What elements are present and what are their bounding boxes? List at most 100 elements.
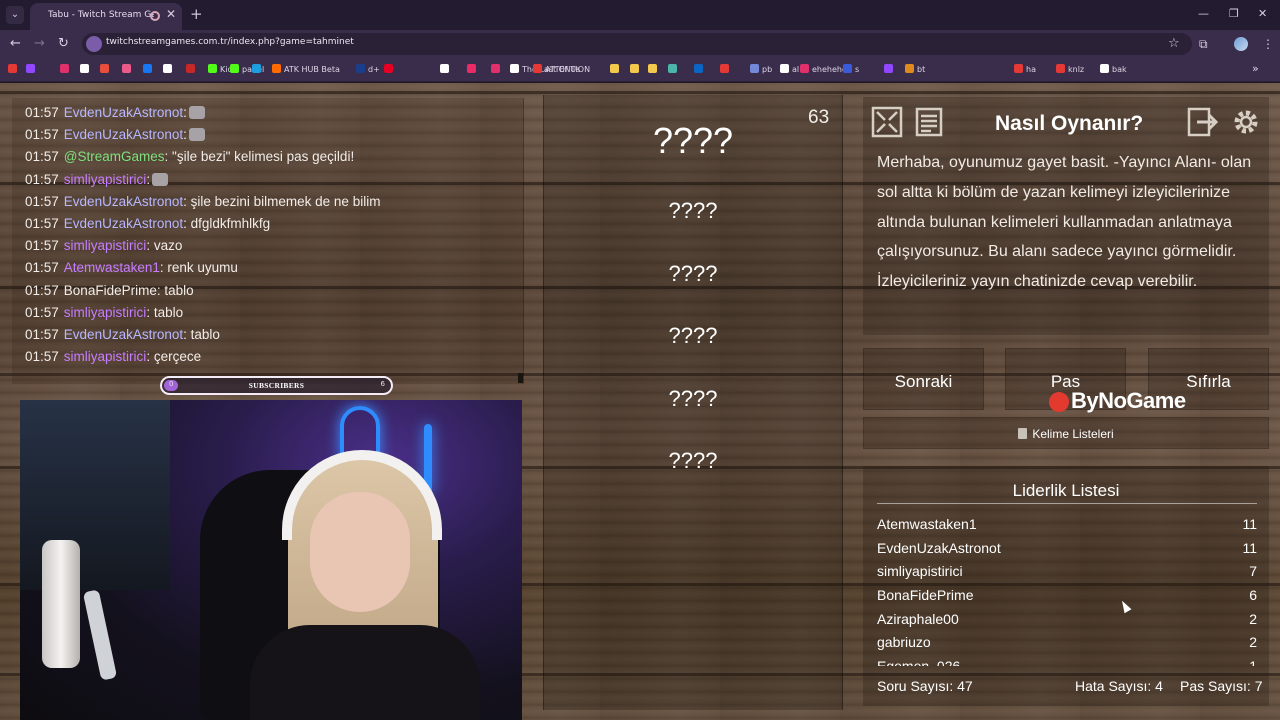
bookmark-item[interactable]: ha <box>1014 64 1036 74</box>
bookmark-item[interactable] <box>122 64 134 74</box>
bookmark-item[interactable] <box>668 64 680 74</box>
bookmark-item[interactable] <box>80 64 92 74</box>
extensions-puzzle-icon[interactable]: ⧉ <box>1199 37 1208 52</box>
bookmark-item[interactable] <box>100 64 112 74</box>
chat-username[interactable]: EvdenUzakAstronot <box>64 216 183 231</box>
bookmark-item[interactable] <box>143 64 155 74</box>
chat-username[interactable]: EvdenUzakAstronot <box>64 194 183 209</box>
tab-close-icon[interactable]: ✕ <box>166 7 176 21</box>
browser-tab-active[interactable]: Tabu - Twitch Stream Game ✕ <box>30 3 182 30</box>
bookmark-item[interactable]: ATK HUB Beta <box>272 64 340 74</box>
bookmark-item[interactable]: al <box>780 64 799 74</box>
forward-arrow-icon[interactable]: → <box>34 36 45 51</box>
leaderboard-list[interactable]: Atemwastaken1 11 EvdenUzakAstronot 11 simliy… <box>877 514 1257 666</box>
chat-colon: : <box>146 171 151 187</box>
subscriber-goal-target: 6 <box>380 380 385 388</box>
leaderboard-player-score: 2 <box>1249 610 1257 627</box>
tab-search-chevron-icon[interactable]: ⌄ <box>6 6 24 24</box>
leaderboard-row: simliyapistirici 7 <box>877 561 1257 585</box>
bookmark-item[interactable]: s <box>843 64 859 74</box>
chat-text: : tablo <box>146 304 184 320</box>
bookmark-item[interactable] <box>491 64 503 74</box>
chat-username[interactable]: BonaFidePrime <box>64 283 157 298</box>
bookmark-favicon-icon <box>122 64 131 73</box>
minimize-icon[interactable]: — <box>1198 7 1209 20</box>
url-bar[interactable]: twitchstreamgames.com.tr/index.php?game=… <box>82 33 1192 55</box>
bookmarks-overflow-icon[interactable]: » <box>1252 62 1259 75</box>
bookmark-item[interactable] <box>60 64 72 74</box>
logout-icon[interactable] <box>1187 106 1219 138</box>
chat-message: 01:57 BonaFidePrime: tablo <box>25 283 194 298</box>
word-lists-button[interactable]: Kelime Listeleri <box>863 417 1269 449</box>
chat-username[interactable]: @StreamGames <box>64 149 165 164</box>
reload-icon[interactable]: ↻ <box>58 36 69 51</box>
bookmark-item[interactable] <box>467 64 479 74</box>
bookmark-item[interactable]: pb <box>750 64 772 74</box>
bookmark-item[interactable]: knlz <box>1056 64 1084 74</box>
bookmark-item[interactable] <box>648 64 660 74</box>
settings-gear-icon[interactable] <box>1230 106 1262 138</box>
bookmark-item[interactable] <box>186 64 198 74</box>
chat-text: : dfgldkfmhlkfg <box>183 216 271 231</box>
chat-timestamp: 01:57 <box>25 282 59 298</box>
chat-username[interactable]: simliyapistirici <box>64 172 147 187</box>
bookmark-item[interactable]: d+ <box>356 64 380 74</box>
chat-username[interactable]: simliyapistirici <box>64 305 147 320</box>
profile-avatar[interactable] <box>1234 37 1248 51</box>
new-tab-plus-icon[interactable]: + <box>190 5 203 23</box>
chat-scrollbar[interactable] <box>518 373 523 383</box>
bookmark-item[interactable] <box>610 64 622 74</box>
bookmark-item[interactable] <box>26 64 38 74</box>
chat-timestamp: 01:57 <box>25 238 59 254</box>
bookmark-favicon-icon <box>884 64 893 73</box>
microphone <box>42 540 80 668</box>
chat-username[interactable]: simliyapistirici <box>64 238 147 253</box>
leaderboard-row: EvdenUzakAstronot 11 <box>877 538 1257 562</box>
bookmark-item[interactable] <box>694 64 706 74</box>
bookmark-item[interactable] <box>384 64 396 74</box>
bookmark-favicon-icon <box>668 64 677 73</box>
bookmark-item[interactable] <box>630 64 642 74</box>
bookmark-item[interactable]: bt <box>905 64 925 74</box>
how-to-play-title: Nasıl Oynanır? <box>995 112 1144 135</box>
bookmark-favicon-icon <box>610 64 619 73</box>
bookmark-star-icon[interactable]: ☆ <box>1168 36 1180 51</box>
chat-text: : tablo <box>183 327 220 342</box>
chat-emote-icon <box>188 128 205 142</box>
rules-document-icon[interactable] <box>913 106 945 138</box>
browser-menu-icon[interactable]: ⋮ <box>1262 37 1274 51</box>
bookmark-favicon-icon <box>100 64 109 73</box>
word-lists-label: Kelime Listeleri <box>1032 427 1114 441</box>
chat-text: : vazo <box>146 238 183 254</box>
next-word-button[interactable]: Sonraki <box>863 348 984 410</box>
bookmark-label: ha <box>1026 65 1036 74</box>
bookmark-favicon-icon <box>1100 64 1109 73</box>
fullscreen-icon[interactable] <box>871 106 903 138</box>
bookmark-item[interactable] <box>252 64 264 74</box>
chat-username[interactable]: EvdenUzakAstronot <box>64 127 183 142</box>
bookmark-item[interactable] <box>163 64 175 74</box>
bookmark-item[interactable]: bak <box>1100 64 1127 74</box>
bookmark-label: bt <box>917 65 926 74</box>
chat-timestamp: 01:57 <box>25 149 59 165</box>
bookmark-item[interactable] <box>440 64 452 74</box>
site-info-icon[interactable] <box>86 36 102 52</box>
chat-emote-icon <box>188 106 205 119</box>
bookmark-item[interactable] <box>720 64 732 74</box>
bookmark-item[interactable] <box>884 64 896 74</box>
leaderboard-row: BonaFidePrime 6 <box>877 585 1257 609</box>
back-arrow-icon[interactable]: ← <box>10 36 21 51</box>
chat-username[interactable]: Atemwastaken1 <box>64 260 160 275</box>
restore-icon[interactable]: ❐ <box>1229 7 1239 20</box>
chat-username[interactable]: simliyapistirici <box>64 349 147 364</box>
chat-username[interactable]: EvdenUzakAstronot <box>64 105 183 120</box>
streamer-body <box>250 625 480 720</box>
window-close-icon[interactable]: ✕ <box>1258 7 1267 20</box>
browser-tab-bar: ⌄ Tabu - Twitch Stream Game ✕ + — ❐ ✕ <box>0 0 1280 30</box>
chat-username[interactable]: EvdenUzakAstronot <box>64 327 183 342</box>
bookmark-item[interactable] <box>8 64 20 74</box>
bookmark-item[interactable]: ATTENTION <box>533 64 590 74</box>
url-text: twitchstreamgames.com.tr/index.php?game=… <box>106 37 354 47</box>
leaderboard-player-score: 7 <box>1249 563 1257 580</box>
subscriber-goal-bar: 0 SUBSCRIBERS 6 <box>160 376 393 395</box>
